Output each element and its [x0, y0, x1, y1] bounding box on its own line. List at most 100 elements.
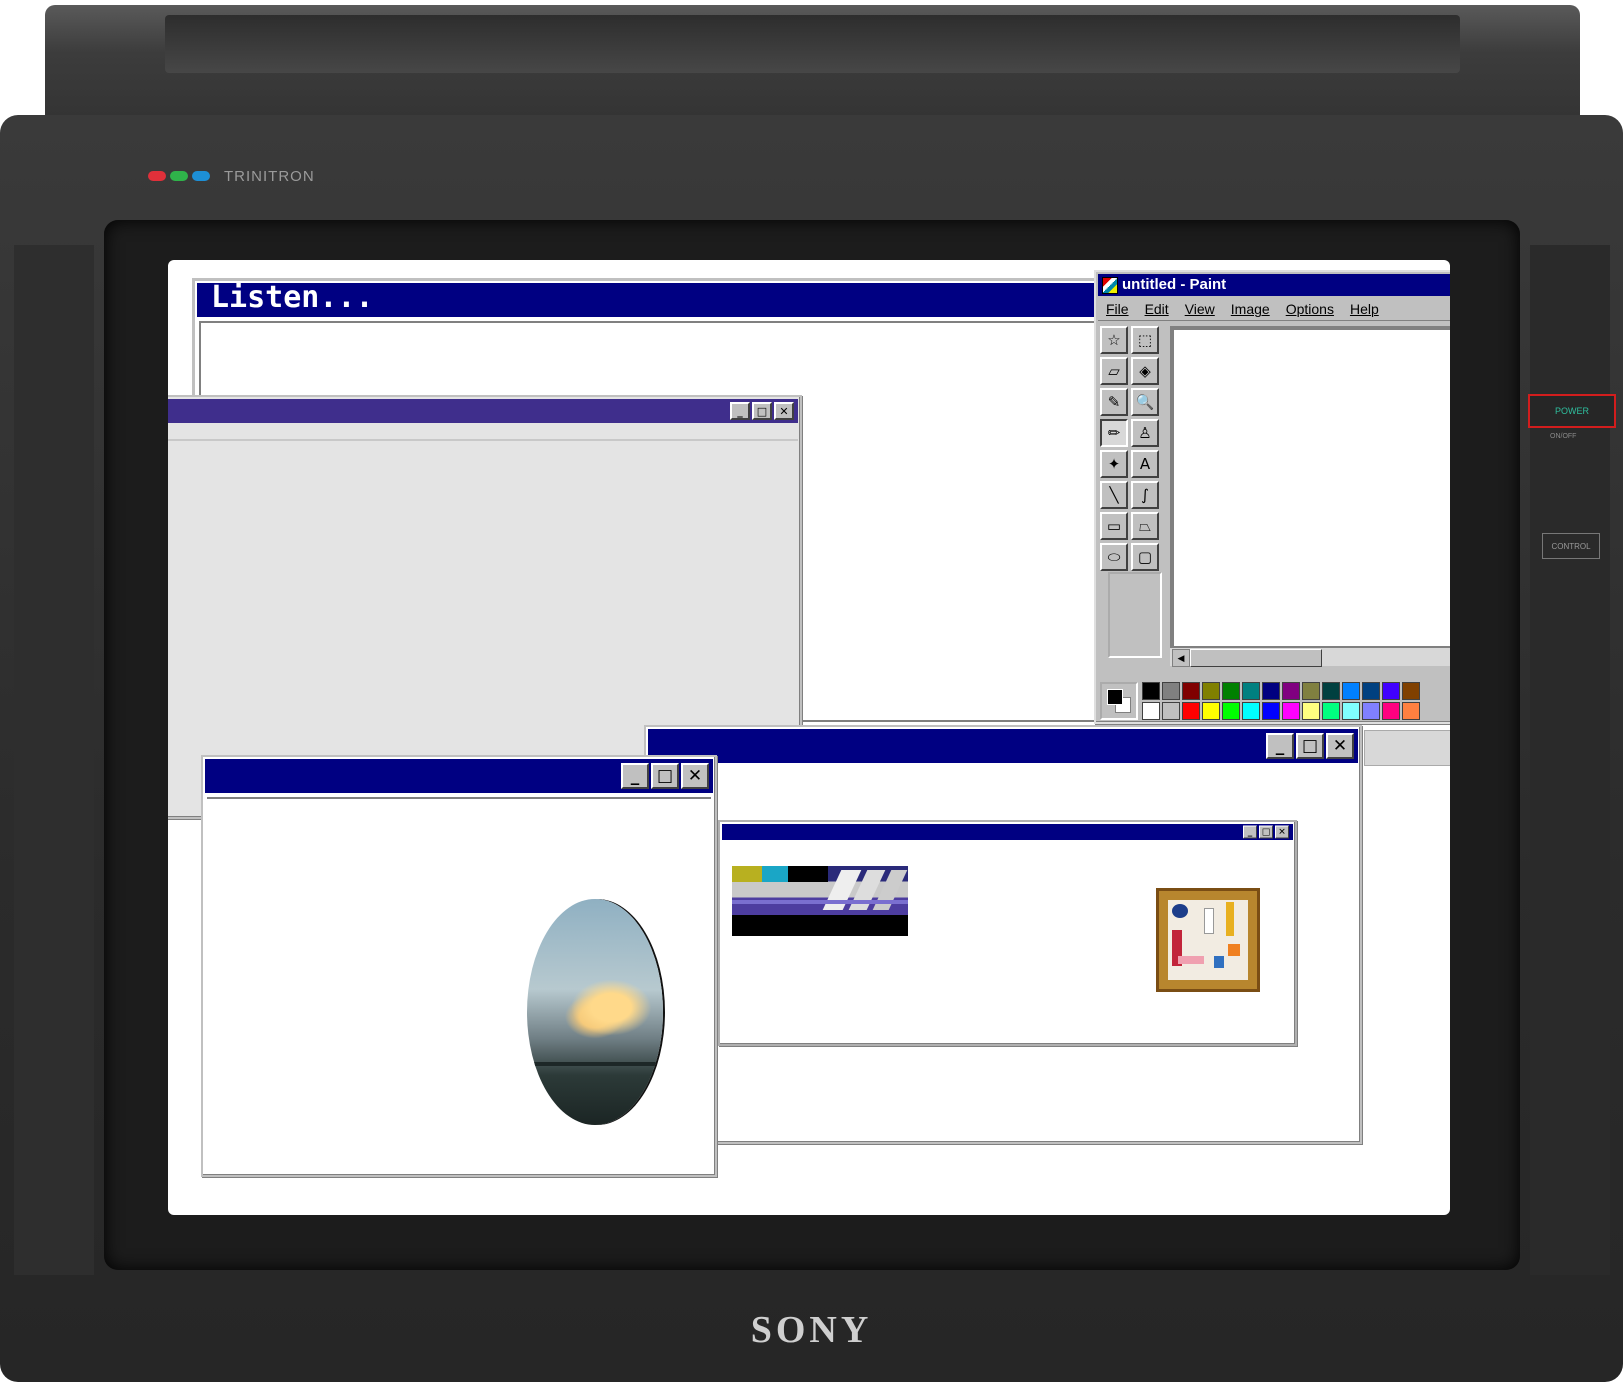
paint-menubar: File Edit View Image Options Help [1098, 298, 1450, 321]
fence-silhouette [527, 1061, 663, 1066]
menu-image[interactable]: Image [1231, 301, 1270, 317]
close-button[interactable]: ✕ [1275, 825, 1289, 839]
paint-titlebar[interactable]: untitled - Paint [1098, 274, 1450, 296]
scroll-left-icon[interactable]: ◀ [1172, 649, 1190, 667]
fill-tool[interactable]: ◈ [1131, 357, 1159, 385]
close-button[interactable]: ✕ [1326, 733, 1354, 759]
airbrush-tool[interactable]: ✦ [1100, 450, 1128, 478]
inner-window-titlebar[interactable]: _ □ ✕ [722, 824, 1293, 840]
palette-swatch[interactable] [1322, 682, 1340, 700]
curve-tool[interactable]: ∫ [1131, 481, 1159, 509]
color-palette [1100, 680, 1450, 720]
large-window-titlebar[interactable]: _ □ ✕ [648, 729, 1358, 763]
free-select-tool[interactable]: ☆ [1100, 326, 1128, 354]
large-window-controls: _ □ ✕ [1266, 733, 1354, 759]
menu-help[interactable]: Help [1350, 301, 1379, 317]
power-button[interactable]: POWER [1528, 394, 1616, 428]
color-picker-tool[interactable]: ✎ [1100, 388, 1128, 416]
power-sub-label: ON/OFF [1550, 433, 1577, 440]
blue-dot [192, 171, 210, 181]
select-tool[interactable]: ⬚ [1131, 326, 1159, 354]
canvas-area: ◀ [1170, 326, 1450, 667]
palette-swatch[interactable] [1142, 682, 1160, 700]
menu-file[interactable]: File [1106, 301, 1129, 317]
close-button[interactable]: ✕ [681, 763, 709, 789]
paint-canvas[interactable] [1174, 330, 1450, 646]
text-tool[interactable]: A [1131, 450, 1159, 478]
minimize-button[interactable]: _ [1266, 733, 1294, 759]
painting-artwork [1168, 900, 1248, 980]
horizontal-scrollbar[interactable]: ◀ [1170, 648, 1450, 667]
maximize-button[interactable]: □ [752, 402, 772, 420]
palette-swatch[interactable] [1322, 702, 1340, 720]
palette-swatch[interactable] [1142, 702, 1160, 720]
glitch-image [732, 866, 908, 936]
palette-swatch[interactable] [1382, 682, 1400, 700]
scroll-thumb[interactable] [1190, 649, 1322, 667]
brush-tool[interactable]: ♙ [1131, 419, 1159, 447]
paint-window: untitled - Paint File Edit View Image Op… [1094, 270, 1450, 724]
palette-swatch[interactable] [1282, 682, 1300, 700]
palette-swatch[interactable] [1282, 702, 1300, 720]
palette-swatch[interactable] [1242, 682, 1260, 700]
gray-titlebar[interactable]: _ □ ✕ [168, 399, 798, 423]
background-window-edge [1364, 730, 1450, 766]
palette-swatch[interactable] [1262, 702, 1280, 720]
foreground-color-swatch[interactable] [1107, 689, 1123, 705]
tool-options-box[interactable] [1108, 572, 1162, 658]
palette-swatch[interactable] [1402, 682, 1420, 700]
close-button[interactable]: ✕ [774, 402, 794, 420]
palette-swatch[interactable] [1402, 702, 1420, 720]
gray-window-controls: _ □ ✕ [730, 402, 794, 420]
rectangle-tool[interactable]: ▭ [1100, 512, 1128, 540]
minimize-button[interactable]: _ [621, 763, 649, 789]
framed-painting [1156, 888, 1260, 992]
palette-swatch[interactable] [1342, 702, 1360, 720]
palette-swatch[interactable] [1382, 702, 1400, 720]
palette-swatch[interactable] [1222, 702, 1240, 720]
maximize-button[interactable]: □ [651, 763, 679, 789]
palette-swatch[interactable] [1242, 702, 1260, 720]
line-tool[interactable]: ╲ [1100, 481, 1128, 509]
crt-screen: Listen... _ □ ✕ untitled - Paint File Ed… [168, 260, 1450, 1215]
palette-swatch[interactable] [1342, 682, 1360, 700]
palette-swatch[interactable] [1162, 682, 1180, 700]
eraser-tool[interactable]: ▱ [1100, 357, 1128, 385]
current-colors [1100, 682, 1138, 720]
magnifier-tool[interactable]: 🔍 [1131, 388, 1159, 416]
polygon-tool[interactable]: ⏢ [1131, 512, 1159, 540]
cloud-photo-oval [527, 899, 663, 1125]
rgb-dots-logo [148, 171, 210, 181]
palette-swatch[interactable] [1222, 682, 1240, 700]
pencil-tool[interactable]: ✏ [1100, 419, 1128, 447]
ellipse-tool[interactable]: ⬭ [1100, 543, 1128, 571]
inner-window-controls: _ □ ✕ [1243, 825, 1289, 839]
palette-swatch[interactable] [1202, 682, 1220, 700]
monitor-top-recess [165, 15, 1460, 73]
photo-window-titlebar[interactable]: _ □ ✕ [205, 759, 713, 793]
palette-swatch[interactable] [1302, 702, 1320, 720]
palette-swatch[interactable] [1202, 702, 1220, 720]
menu-edit[interactable]: Edit [1145, 301, 1169, 317]
palette-swatch[interactable] [1362, 702, 1380, 720]
palette-swatch[interactable] [1302, 682, 1320, 700]
menu-view[interactable]: View [1185, 301, 1215, 317]
paint-title: untitled - Paint [1122, 276, 1227, 293]
paint-app-icon [1102, 277, 1118, 294]
maximize-button[interactable]: □ [1259, 825, 1273, 839]
maximize-button[interactable]: □ [1296, 733, 1324, 759]
palette-swatch[interactable] [1262, 682, 1280, 700]
photo-window-controls: _ □ ✕ [621, 763, 709, 789]
rounded-rectangle-tool[interactable]: ▢ [1131, 543, 1159, 571]
palette-swatch[interactable] [1362, 682, 1380, 700]
palette-swatch[interactable] [1182, 702, 1200, 720]
sony-logo: SONY [750, 1309, 873, 1351]
palette-swatch[interactable] [1162, 702, 1180, 720]
minimize-button[interactable]: _ [730, 402, 750, 420]
menu-options[interactable]: Options [1286, 301, 1334, 317]
listen-title: Listen... [211, 280, 374, 315]
minimize-button[interactable]: _ [1243, 825, 1257, 839]
control-button[interactable]: CONTROL [1542, 533, 1600, 559]
red-dot [148, 171, 166, 181]
palette-swatch[interactable] [1182, 682, 1200, 700]
